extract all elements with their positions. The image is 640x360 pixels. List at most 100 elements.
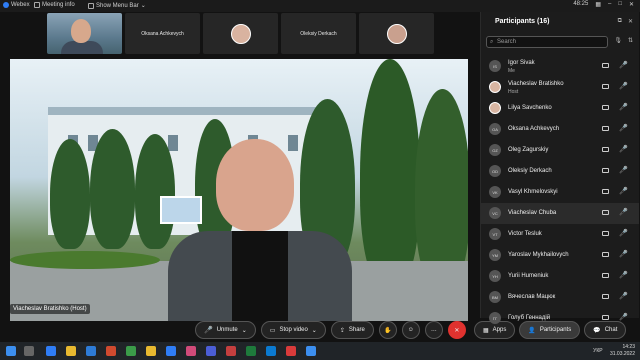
participant-avatar xyxy=(489,102,501,114)
app-icon[interactable] xyxy=(266,346,276,356)
app-top-bar: Webex Meeting info Show Menu Bar ⌄ 48:25 … xyxy=(0,0,640,12)
participant-avatar: OA xyxy=(489,123,501,135)
participant-row[interactable]: VT Victor Tesluk 🎤 xyxy=(481,224,639,245)
show-menu-bar-button[interactable]: Show Menu Bar ⌄ xyxy=(88,2,146,9)
video-stage: Oksana Achkevych Oleksiy Derkach xyxy=(0,12,478,323)
participant-name: Vasyl Khmelovskyi xyxy=(508,189,558,195)
camera-icon xyxy=(602,294,609,299)
webex-icon xyxy=(3,2,9,8)
mic-icon[interactable]: 🎙 xyxy=(614,37,622,44)
participant-avatar: ГГ xyxy=(489,312,501,324)
camera-icon xyxy=(602,84,609,89)
participant-row[interactable]: ВМ Вячеслав Мацюк 🎤 xyxy=(481,287,639,308)
app-icon[interactable] xyxy=(306,346,316,356)
participant-row[interactable]: OA Oksana Achkevych 🎤 xyxy=(481,119,639,140)
app-icon[interactable] xyxy=(166,346,176,356)
participant-row[interactable]: Lilya Savchenko 🎤 xyxy=(481,98,639,119)
app-icon[interactable] xyxy=(206,346,216,356)
participant-name: Viacheslav Bratishko xyxy=(508,81,564,87)
sort-icon[interactable]: ⇅ xyxy=(628,37,633,44)
app-icon[interactable] xyxy=(186,346,196,356)
participant-row[interactable]: OD Oleksiy Derkach 🎤 xyxy=(481,161,639,182)
avatar xyxy=(230,23,251,44)
participant-row[interactable]: YM Yaroslav Mykhailovych 🎤 xyxy=(481,245,639,266)
mic-muted-icon[interactable]: 🎤 xyxy=(619,61,628,69)
participant-name: Victor Tesluk xyxy=(508,231,542,237)
participant-avatar: OD xyxy=(489,165,501,177)
app-icon[interactable] xyxy=(226,346,236,356)
windows-start-icon[interactable] xyxy=(6,346,16,356)
participant-row[interactable]: VK Vasyl Khmelovskyi 🎤 xyxy=(481,182,639,203)
mail-icon[interactable] xyxy=(86,346,96,356)
camera-icon xyxy=(602,252,609,257)
mic-muted-icon[interactable]: 🎤 xyxy=(619,124,628,132)
mic-muted-icon[interactable]: 🎤 xyxy=(619,229,628,237)
participant-row[interactable]: Viacheslav Bratishko Host 🎤 xyxy=(481,77,639,98)
app-icon[interactable] xyxy=(106,346,116,356)
reactions-button[interactable]: ✋ xyxy=(378,321,397,339)
participant-search-input[interactable]: ⌕ Search xyxy=(486,36,608,48)
more-options-button[interactable]: … xyxy=(424,321,443,339)
webex-logo: Webex xyxy=(3,2,30,8)
app-icon[interactable] xyxy=(286,346,296,356)
minimize-icon[interactable]: – xyxy=(608,1,611,8)
leave-meeting-button[interactable]: ✕ xyxy=(447,321,466,339)
thumbnail-participant-avatar[interactable] xyxy=(359,13,434,54)
stop-video-button[interactable]: ▭ Stop video ⌄ xyxy=(260,321,326,339)
share-button[interactable]: ⇪ Share xyxy=(330,321,374,339)
mic-muted-icon[interactable]: 🎤 xyxy=(619,187,628,195)
mic-muted-icon[interactable]: 🎤 xyxy=(619,103,628,111)
mic-muted-icon[interactable]: 🎤 xyxy=(619,271,628,279)
app-icon[interactable] xyxy=(126,346,136,356)
maximize-icon[interactable]: □ xyxy=(618,1,622,8)
main-video[interactable] xyxy=(10,59,468,321)
mic-muted-icon[interactable]: 🎤 xyxy=(619,166,628,174)
participant-avatar: ВМ xyxy=(489,291,501,303)
mic-muted-icon[interactable]: 🎤 xyxy=(619,82,628,90)
close-icon[interactable]: ✕ xyxy=(629,1,634,8)
speaker-person xyxy=(160,139,360,321)
search-icon[interactable] xyxy=(24,346,34,356)
mic-muted-icon: 🎤 xyxy=(204,327,213,334)
layout-icon[interactable]: ▦ xyxy=(595,1,601,8)
thumbnail-self-video[interactable] xyxy=(47,13,122,54)
menu-icon xyxy=(88,2,94,9)
participant-name: Yurii Humeniuk xyxy=(508,273,549,279)
emoji-button[interactable]: ☺ xyxy=(401,321,420,339)
participant-row[interactable]: ГГ Голуб Геннадій 🎤 xyxy=(481,308,639,329)
mic-muted-icon[interactable]: 🎤 xyxy=(619,292,628,300)
participant-row[interactable]: YH Yurii Humeniuk 🎤 xyxy=(481,266,639,287)
participant-name: Голуб Геннадій xyxy=(508,315,551,321)
participant-avatar: YH xyxy=(489,270,501,282)
participant-avatar: OZ xyxy=(489,144,501,156)
mic-muted-icon[interactable]: 🎤 xyxy=(619,313,628,321)
participant-row[interactable]: IS Igor Sivak Me 🎤 xyxy=(481,56,639,77)
thumbnail-participant[interactable]: Oleksiy Derkach xyxy=(281,13,356,54)
camera-icon xyxy=(602,147,609,152)
thumbnail-participant[interactable]: Oksana Achkevych xyxy=(125,13,200,54)
participant-name: Oksana Achkevych xyxy=(508,126,560,132)
popout-icon[interactable]: ⧉ xyxy=(618,18,622,25)
mic-muted-icon[interactable]: 🎤 xyxy=(619,145,628,153)
mic-muted-icon[interactable]: 🎤 xyxy=(619,250,628,258)
app-icon[interactable] xyxy=(246,346,256,356)
file-explorer-icon[interactable] xyxy=(66,346,76,356)
search-icon: ⌕ xyxy=(490,39,494,45)
app-icon[interactable] xyxy=(146,346,156,356)
video-camera-icon: ▭ xyxy=(269,327,276,334)
thumbnail-participant-avatar[interactable] xyxy=(203,13,278,54)
unmute-button[interactable]: 🎤 Unmute ⌄ xyxy=(195,321,256,339)
meeting-timer: 48:25 xyxy=(573,1,589,7)
emoji-icon: ☺ xyxy=(407,327,414,333)
mic-muted-icon[interactable]: 🎤 xyxy=(619,208,628,216)
participant-avatar: VK xyxy=(489,186,501,198)
system-tray[interactable]: УКР 14:23 31.03.2022 xyxy=(593,344,635,358)
close-icon[interactable]: ✕ xyxy=(628,18,633,25)
participant-row[interactable]: OZ Oleg Zagurskiy 🎤 xyxy=(481,140,639,161)
participant-row[interactable]: VC Viacheslav Chuba 🎤 xyxy=(481,203,639,224)
camera-icon xyxy=(602,189,609,194)
meeting-info-button[interactable]: Meeting info xyxy=(34,2,75,8)
more-icon: … xyxy=(430,327,437,333)
edge-browser-icon[interactable] xyxy=(46,346,56,356)
participant-list: IS Igor Sivak Me 🎤 Viacheslav Bratishko Host 🎤… xyxy=(481,56,639,329)
